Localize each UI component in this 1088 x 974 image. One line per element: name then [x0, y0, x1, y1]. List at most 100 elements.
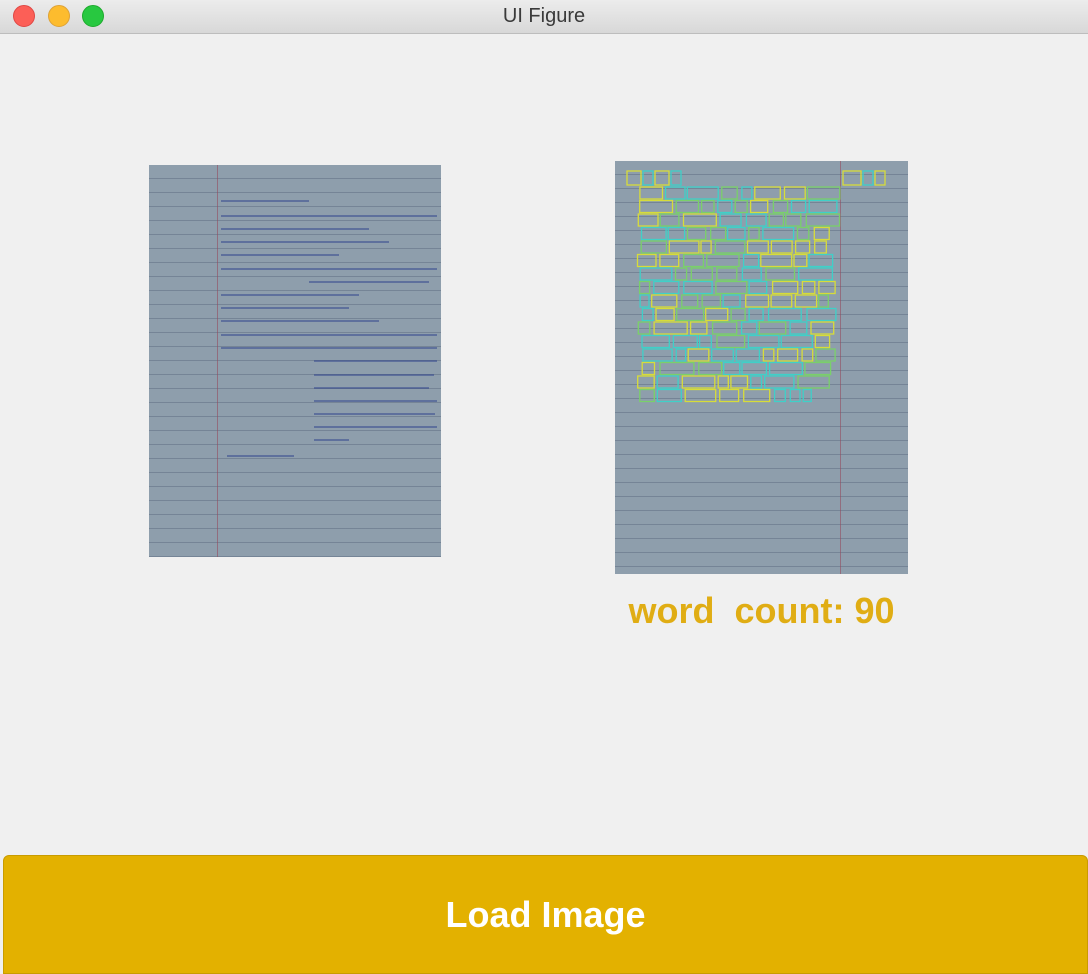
word-box — [653, 280, 680, 295]
word-box — [818, 294, 829, 308]
processed-image — [615, 161, 908, 574]
word-box — [750, 375, 763, 389]
word-box — [705, 307, 729, 322]
word-box — [639, 294, 650, 308]
word-box — [722, 294, 741, 308]
word-box — [656, 388, 682, 403]
word-box — [804, 361, 832, 376]
word-box — [726, 226, 746, 241]
word-box — [674, 267, 688, 281]
word-box — [719, 388, 740, 403]
word-box — [789, 321, 808, 335]
word-box — [730, 375, 749, 389]
word-box — [783, 186, 806, 200]
word-box — [637, 213, 659, 227]
word-box — [818, 280, 836, 295]
word-box — [700, 240, 712, 254]
word-box — [675, 199, 700, 214]
word-box — [789, 388, 801, 403]
word-box — [814, 240, 827, 254]
word-box — [767, 307, 802, 322]
content-area: word count: 90 — [0, 34, 1088, 854]
word-box — [687, 348, 710, 362]
title-bar: UI Figure — [0, 0, 1088, 34]
original-image — [149, 165, 441, 557]
word-box — [734, 199, 748, 214]
word-box — [651, 294, 678, 308]
word-box — [749, 199, 769, 214]
word-box — [717, 375, 729, 389]
word-box — [637, 321, 651, 335]
word-box — [700, 199, 715, 214]
word-box — [762, 226, 795, 241]
word-box — [770, 294, 793, 308]
word-box — [813, 226, 830, 241]
word-box — [808, 253, 834, 268]
word-box — [730, 307, 746, 322]
word-box — [748, 226, 760, 241]
word-box — [741, 186, 753, 200]
word-box — [668, 240, 700, 254]
word-detection-boxes — [626, 170, 886, 403]
word-box — [642, 348, 673, 362]
word-box — [814, 334, 831, 349]
word-box — [656, 375, 679, 389]
word-box — [683, 280, 713, 295]
word-box — [638, 280, 651, 295]
word-box — [710, 226, 727, 241]
load-image-button[interactable]: Load Image — [3, 855, 1088, 974]
word-box — [742, 253, 760, 268]
word-box — [641, 334, 670, 349]
word-box — [735, 348, 761, 362]
word-box — [636, 253, 657, 268]
word-box — [684, 388, 717, 403]
word-box — [640, 226, 667, 241]
word-box — [721, 186, 738, 200]
word-box — [765, 267, 796, 281]
word-box — [768, 361, 803, 376]
word-box — [667, 226, 686, 241]
word-box — [798, 267, 834, 281]
word-box — [686, 226, 707, 241]
word-box — [675, 348, 687, 362]
word-box — [768, 213, 785, 227]
word-box — [639, 199, 674, 214]
word-box — [715, 280, 748, 295]
word-box — [801, 348, 814, 362]
word-box — [690, 267, 713, 281]
word-box — [794, 294, 818, 308]
word-box — [810, 321, 835, 335]
word-box — [745, 294, 770, 308]
word-box — [772, 199, 789, 214]
word-box — [641, 361, 656, 376]
word-box — [741, 267, 762, 281]
word-box — [806, 307, 837, 322]
word-box — [701, 294, 722, 308]
word-box — [711, 321, 738, 335]
word-box — [764, 375, 795, 389]
word-box — [802, 388, 812, 403]
word-box — [639, 388, 655, 403]
word-box — [745, 213, 767, 227]
word-box — [698, 361, 723, 376]
word-box — [653, 321, 688, 335]
word-box — [748, 307, 764, 322]
word-box — [806, 186, 841, 200]
word-box — [777, 348, 799, 362]
word-box — [771, 280, 799, 295]
word-box — [785, 213, 802, 227]
word-box — [640, 240, 668, 254]
word-box — [754, 186, 781, 200]
word-box — [676, 307, 705, 322]
word-box — [796, 226, 810, 241]
word-box — [723, 361, 741, 376]
word-box — [689, 321, 708, 335]
word-box — [639, 186, 664, 200]
window-title: UI Figure — [502, 5, 586, 27]
word-box — [681, 294, 699, 308]
word-box — [773, 388, 786, 403]
word-box — [655, 307, 675, 322]
word-box — [711, 348, 734, 362]
word-box — [758, 321, 787, 335]
word-box — [780, 334, 813, 349]
